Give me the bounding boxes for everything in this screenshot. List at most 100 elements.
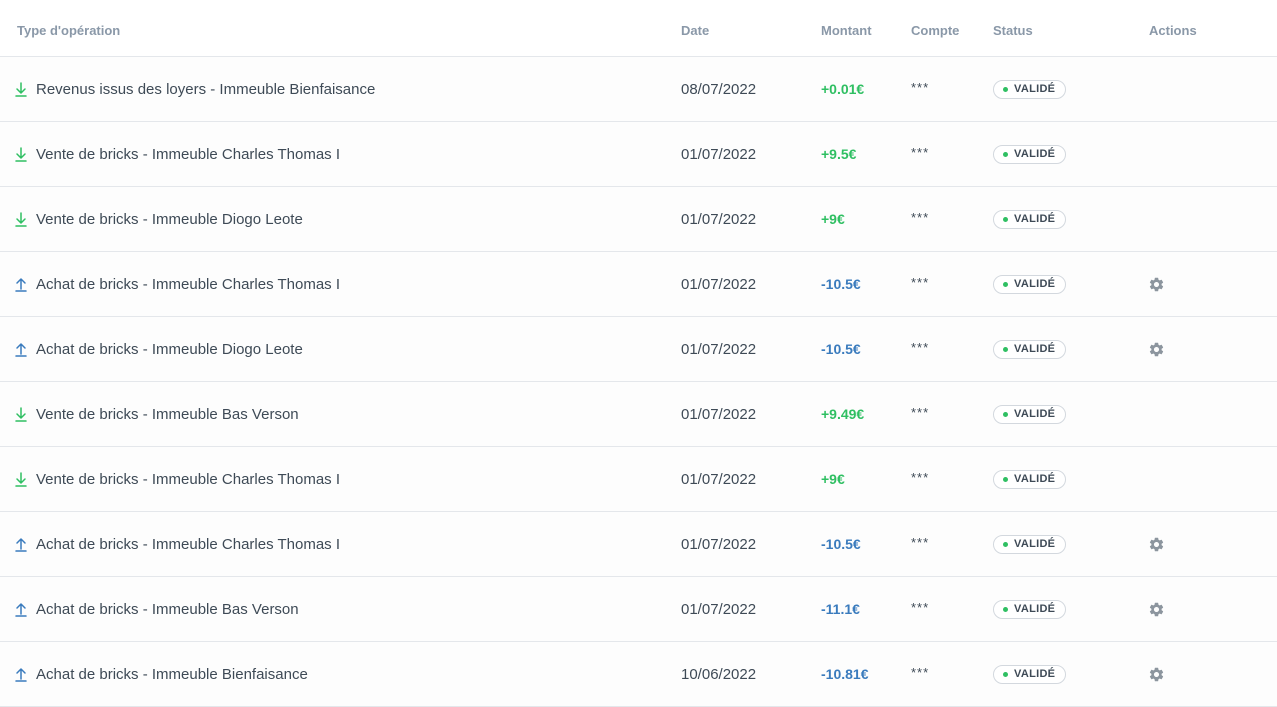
table-row[interactable]: Vente de bricks - Immeuble Charles Thoma…: [0, 122, 1277, 187]
table-row[interactable]: Achat de bricks - Immeuble Diogo Leote 01…: [0, 317, 1277, 382]
header-actions: Actions: [1149, 23, 1197, 38]
status-dot: [1003, 411, 1008, 417]
operation-type-cell: Vente de bricks - Immeuble Charles Thoma…: [15, 447, 657, 511]
operation-type-label: Achat de bricks - Immeuble Diogo Leote: [36, 340, 303, 358]
operation-account: ***: [911, 340, 930, 355]
arrow-up-icon: [15, 665, 27, 683]
status-badge: VALIDÉ: [993, 599, 1067, 619]
arrow-down-icon: [15, 470, 27, 488]
table-row[interactable]: Vente de bricks - Immeuble Bas Verson 01/…: [0, 382, 1277, 447]
operation-amount: +0.01€: [821, 81, 865, 97]
operation-amount-cell: +9€: [821, 187, 906, 251]
status-badge: VALIDÉ: [993, 664, 1067, 684]
status-label: VALIDÉ: [1014, 213, 1056, 225]
operation-amount: +9€: [821, 211, 845, 227]
table-row[interactable]: Vente de bricks - Immeuble Charles Thoma…: [0, 447, 1277, 512]
operation-amount: +9€: [821, 471, 845, 487]
table-row[interactable]: Achat de bricks - Immeuble Charles Thoma…: [0, 252, 1277, 317]
operation-type-cell: Achat de bricks - Immeuble Charles Thoma…: [15, 512, 657, 576]
operation-status-cell: VALIDÉ: [993, 317, 1133, 381]
table-header: Type d'opération Date Montant Compte Sta…: [0, 0, 1277, 57]
gear-icon[interactable]: [1148, 601, 1165, 618]
status-badge: VALIDÉ: [993, 339, 1067, 359]
operation-amount-cell: +9€: [821, 447, 906, 511]
header-account[interactable]: Compte: [911, 0, 986, 56]
operation-actions-cell: [1149, 577, 1249, 641]
status-dot: [1003, 281, 1008, 287]
status-dot: [1003, 216, 1008, 222]
gear-icon[interactable]: [1148, 666, 1165, 683]
gear-icon[interactable]: [1148, 276, 1165, 293]
arrow-up-icon: [15, 600, 27, 618]
status-label: VALIDÉ: [1014, 278, 1056, 290]
operation-amount: +9.5€: [821, 146, 857, 162]
operation-date: 01/07/2022: [681, 275, 757, 293]
header-status[interactable]: Status: [993, 0, 1133, 56]
status-badge: VALIDÉ: [993, 469, 1067, 489]
table-row[interactable]: Achat de bricks - Immeuble Bienfaisance 1…: [0, 642, 1277, 707]
operation-actions-cell: [1149, 642, 1249, 706]
operation-date: 01/07/2022: [681, 145, 757, 163]
operation-account: ***: [911, 535, 930, 550]
operation-amount: +9.49€: [821, 406, 865, 422]
operation-account: ***: [911, 600, 930, 615]
operation-status-cell: VALIDÉ: [993, 382, 1133, 446]
operation-type-cell: Achat de bricks - Immeuble Diogo Leote: [15, 317, 657, 381]
operation-amount-cell: +9.49€: [821, 382, 906, 446]
table-row[interactable]: Revenus issus des loyers - Immeuble Bien…: [0, 57, 1277, 122]
operation-status-cell: VALIDÉ: [993, 122, 1133, 186]
operation-type-label: Achat de bricks - Immeuble Charles Thoma…: [36, 535, 341, 553]
operation-type-label: Achat de bricks - Immeuble Bienfaisance: [36, 665, 308, 683]
operation-amount: -10.81€: [821, 666, 869, 682]
operation-account: ***: [911, 145, 930, 160]
status-badge: VALIDÉ: [993, 79, 1067, 99]
operation-date: 01/07/2022: [681, 405, 757, 423]
status-label: VALIDÉ: [1014, 148, 1056, 160]
arrow-down-icon: [15, 145, 27, 163]
operation-status-cell: VALIDÉ: [993, 642, 1133, 706]
gear-icon[interactable]: [1148, 341, 1165, 358]
operation-type-label: Vente de bricks - Immeuble Charles Thoma…: [36, 145, 341, 163]
operation-type-label: Vente de bricks - Immeuble Diogo Leote: [36, 210, 303, 228]
operation-date: 10/06/2022: [681, 665, 757, 683]
operation-status-cell: VALIDÉ: [993, 187, 1133, 251]
status-dot: [1003, 541, 1008, 547]
operation-account: ***: [911, 665, 930, 680]
table-row[interactable]: Achat de bricks - Immeuble Bas Verson 01/…: [0, 577, 1277, 642]
status-label: VALIDÉ: [1014, 538, 1056, 550]
status-label: VALIDÉ: [1014, 668, 1056, 680]
gear-icon[interactable]: [1148, 536, 1165, 553]
operation-date: 08/07/2022: [681, 80, 757, 98]
operation-type-cell: Achat de bricks - Immeuble Bas Verson: [15, 577, 657, 641]
status-dot: [1003, 346, 1008, 352]
status-label: VALIDÉ: [1014, 408, 1056, 420]
status-badge: VALIDÉ: [993, 209, 1067, 229]
operation-amount-cell: -10.5€: [821, 512, 906, 576]
operation-status-cell: VALIDÉ: [993, 57, 1133, 121]
operation-amount-cell: -10.5€: [821, 317, 906, 381]
table-row[interactable]: Achat de bricks - Immeuble Charles Thoma…: [0, 512, 1277, 577]
operation-type-cell: Achat de bricks - Immeuble Charles Thoma…: [15, 252, 657, 316]
status-dot: [1003, 86, 1008, 92]
operation-type-label: Achat de bricks - Immeuble Charles Thoma…: [36, 275, 341, 293]
table-row[interactable]: Vente de bricks - Immeuble Diogo Leote 01…: [0, 187, 1277, 252]
operation-date: 01/07/2022: [681, 535, 757, 553]
operation-date: 01/07/2022: [681, 470, 757, 488]
operation-date: 01/07/2022: [681, 600, 757, 618]
header-type[interactable]: Type d'opération: [17, 0, 657, 56]
header-amount[interactable]: Montant: [821, 0, 906, 56]
status-label: VALIDÉ: [1014, 83, 1056, 95]
operation-amount: -10.5€: [821, 536, 861, 552]
arrow-up-icon: [15, 275, 27, 293]
status-badge: VALIDÉ: [993, 144, 1067, 164]
arrow-up-icon: [15, 340, 27, 358]
operation-status-cell: VALIDÉ: [993, 252, 1133, 316]
status-badge: VALIDÉ: [993, 534, 1067, 554]
operation-amount: -11.1€: [821, 601, 860, 617]
operation-type-cell: Vente de bricks - Immeuble Diogo Leote: [15, 187, 657, 251]
operation-account: ***: [911, 210, 930, 225]
table-body: Revenus issus des loyers - Immeuble Bien…: [0, 57, 1277, 707]
header-date[interactable]: Date: [681, 0, 801, 56]
arrow-up-icon: [15, 535, 27, 553]
operation-actions-cell: [1149, 252, 1249, 316]
